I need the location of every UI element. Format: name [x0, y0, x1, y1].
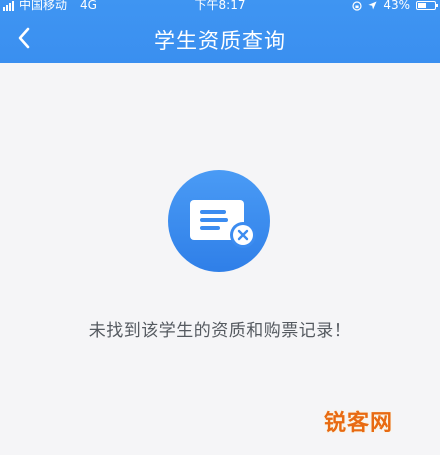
card-remove-icon	[168, 170, 270, 272]
nav-bar: 学生资质查询	[0, 14, 440, 63]
status-right: 43%	[352, 0, 438, 12]
battery-percent: 43%	[383, 0, 410, 12]
watermark-logo: 锐客网	[323, 410, 393, 436]
page-title: 学生资质查询	[154, 29, 286, 53]
battery-icon	[416, 1, 438, 10]
rotation-lock-icon	[352, 0, 362, 11]
empty-state-message: 未找到该学生的资质和购票记录！	[88, 321, 352, 341]
app-header: 中国移动 4G 下午8:17 43% 学生资质查询	[0, 0, 440, 63]
location-icon	[368, 1, 377, 10]
status-bar: 中国移动 4G 下午8:17 43%	[0, 0, 440, 14]
